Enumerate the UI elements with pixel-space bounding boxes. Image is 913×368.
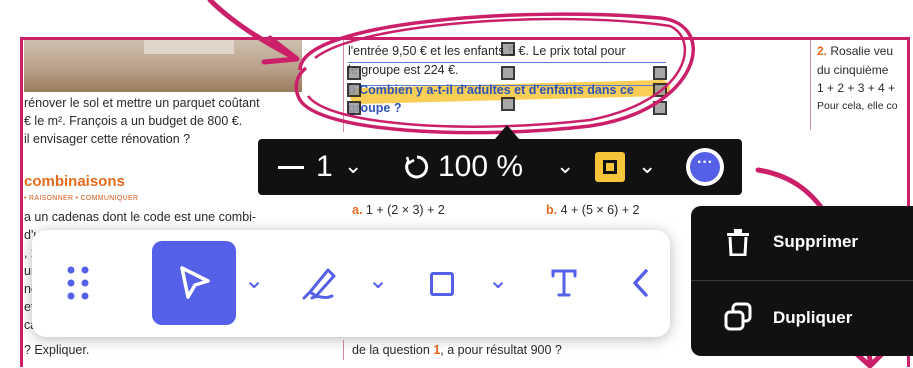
chevron-down-icon[interactable]: ⌄ bbox=[244, 266, 264, 295]
stroke-width-value[interactable]: 1 bbox=[316, 139, 333, 195]
chevron-left-icon[interactable] bbox=[632, 268, 650, 298]
rectangle-shape-icon[interactable] bbox=[430, 272, 454, 296]
drag-grip-icon[interactable] bbox=[66, 265, 92, 301]
line-weight-icon bbox=[278, 166, 304, 169]
duplicate-label: Dupliquer bbox=[773, 308, 853, 327]
opacity-value[interactable]: 100 % bbox=[438, 139, 523, 195]
duplicate-icon bbox=[724, 302, 752, 331]
trash-icon bbox=[727, 229, 749, 256]
duplicate-menu-item[interactable]: Dupliquer bbox=[691, 282, 913, 354]
opacity-icon bbox=[405, 155, 429, 179]
pointer-select-icon bbox=[180, 266, 210, 299]
chevron-down-icon[interactable]: ⌄ bbox=[556, 153, 574, 179]
text-tool-icon[interactable] bbox=[550, 268, 578, 298]
select-tool-button[interactable] bbox=[152, 241, 236, 325]
delete-menu-item[interactable]: Supprimer bbox=[691, 206, 913, 278]
chevron-down-icon[interactable]: ⌄ bbox=[638, 153, 656, 179]
chevron-down-icon[interactable]: ⌄ bbox=[488, 266, 508, 295]
pen-icon[interactable] bbox=[302, 264, 338, 302]
menu-divider bbox=[691, 280, 913, 281]
more-options-icon[interactable]: ··· bbox=[686, 148, 724, 186]
chevron-down-icon[interactable]: ⌄ bbox=[344, 153, 362, 179]
context-menu: Supprimer Dupliquer bbox=[691, 206, 913, 356]
drawing-toolbar: ⌄ ⌄ ⌄ bbox=[32, 230, 670, 337]
shape-properties-toolbar: 1 ⌄ 100 % ⌄ ⌄ ··· bbox=[258, 139, 742, 195]
toolbar-pointer bbox=[495, 125, 519, 139]
fill-color-swatch-icon[interactable] bbox=[595, 152, 625, 182]
delete-label: Supprimer bbox=[773, 232, 859, 251]
chevron-down-icon[interactable]: ⌄ bbox=[368, 266, 388, 295]
